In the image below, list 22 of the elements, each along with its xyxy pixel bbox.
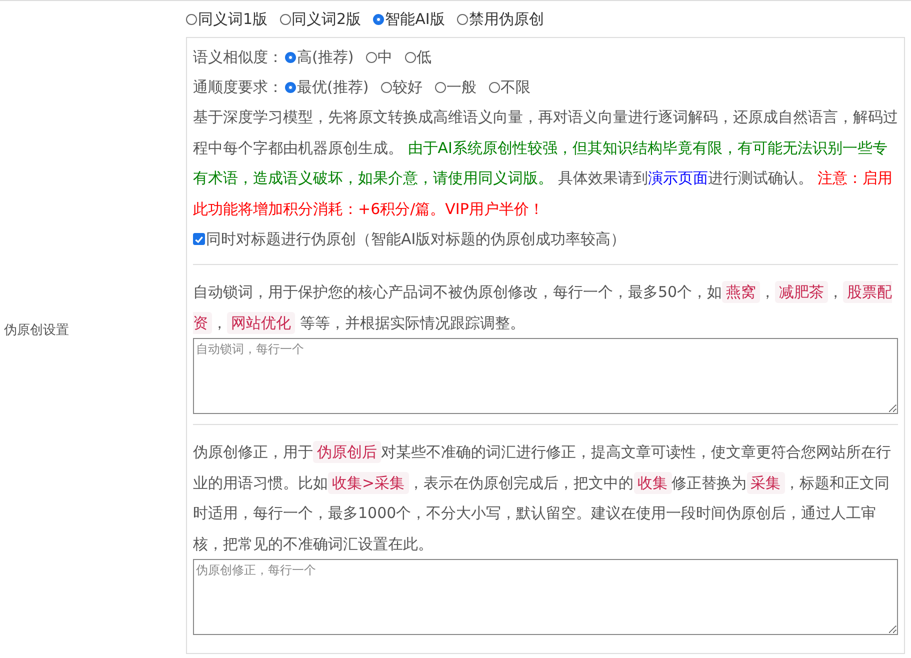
field-label: 语义相似度： [193, 48, 283, 66]
check-icon [194, 234, 204, 244]
lock-words-help-text: 自动锁词，用于保护您的核心产品词不被伪原创修改，每行一个，最多50个，如 燕窝 ， 减肥茶 ， 股票配资 ， 网站优化 等等，并根据实际情况跟踪调整。 [193, 280, 894, 336]
mode-radio[interactable]: 同义词1版 [186, 10, 268, 28]
field-label: 通顺度要求： [193, 78, 283, 96]
mode-radio[interactable]: 禁用伪原创 [456, 10, 544, 28]
fluency-radio[interactable]: 较好 [380, 78, 423, 96]
corrections-help-text: 伪原创修正，用于 伪原创后 对某些不准确的词汇进行修正，提高文章可读性，使文章更符合您网站所在行业的用语习惯。比如 收集>采集 ，表示在伪原创完成后，把文中的 收集 修正替换为 采集 ，标题和正文同时适用，每行一个，最多1000个，不分大小写，默认留空。建议在使用一段时间伪原创后，通过人工审核，把常见的不准确词汇设置在此。 [193, 440, 892, 554]
similarity-radio[interactable]: 低 [404, 48, 432, 66]
mode-radio[interactable]: 同义词2版 [280, 10, 362, 28]
lock-words-field[interactable]: 自动锁词，每行一个 [193, 338, 898, 414]
demo-link[interactable]: 演示页面 [648, 169, 708, 187]
similarity-radio[interactable]: 高(推荐) [285, 48, 354, 66]
mode-radio[interactable]: 智能AI版 [373, 10, 445, 28]
description-text: 基于深度学习模型，先将原文转换成高维语义向量，再对语义向量进行逐词解码，还原成自然语言，解码过程中每个字都由机器原创生成。 由于AI系统原创性较强，但其知识结构毕竟有限，有可能无法识别一些专有术语，造成语义破坏，如果介意，请使用同义词版。 具体效果请到演示页面进行测试确认。 注意：启用此功能将增加积分消耗：+6积分/篇。VIP用户半价！ [193, 107, 898, 220]
corrections-field[interactable]: 伪原创修正，每行一个 [193, 559, 898, 635]
fluency-radio[interactable]: 最优(推荐) [285, 78, 369, 96]
title-checkbox[interactable]: 同时对标题进行伪原创（智能AI版对标题的伪原创成功率较高） [193, 224, 898, 254]
fluency-radio[interactable]: 一般 [434, 78, 477, 96]
similarity-radio[interactable]: 中 [366, 48, 393, 66]
fluency-radio[interactable]: 不限 [488, 78, 531, 96]
section-label: 伪原创设置 [4, 322, 69, 338]
